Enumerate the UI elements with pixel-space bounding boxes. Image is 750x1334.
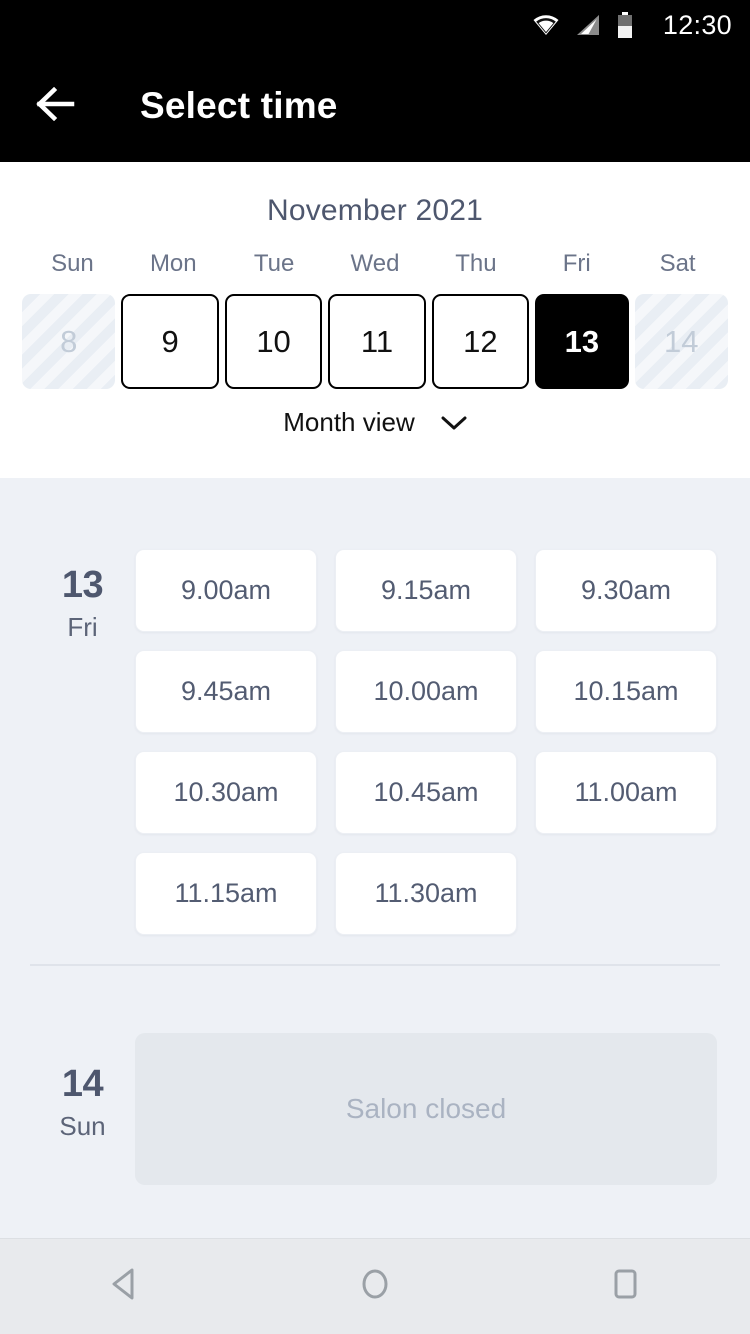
day-cell-12[interactable]: 12 (431, 294, 530, 389)
arrow-left-icon (36, 86, 80, 126)
nav-recents-icon (608, 1265, 642, 1308)
cellular-signal-icon (575, 13, 601, 37)
app-screen: 12:30 Select time November 2021 Sun Mon … (0, 0, 750, 1334)
schedule-day-number: 13 (61, 564, 104, 606)
month-view-label: Month view (283, 407, 415, 437)
time-slot[interactable]: 9.45am (135, 650, 317, 733)
salon-closed-card: Salon closed (135, 1033, 717, 1185)
schedule-day-group-14: 14 Sun Salon closed (0, 935, 750, 1185)
weekday-label-wed: Wed (350, 250, 400, 277)
weekday-header-row: Sun Mon Tue Wed Thu Fri Sat (0, 250, 750, 278)
calendar-month-label: November 2021 (266, 194, 484, 227)
page-title: Select time (140, 85, 338, 126)
nav-recents-button[interactable] (580, 1242, 670, 1332)
day-cell-9[interactable]: 9 (121, 294, 219, 389)
time-slot[interactable]: 11.30am (335, 852, 517, 935)
schedule-day-number: 14 (61, 1063, 104, 1105)
schedule-day-stamp-13: 13 Fri (30, 518, 135, 935)
month-view-toggle[interactable]: Month view (0, 407, 750, 438)
time-slot[interactable]: 10.00am (335, 650, 517, 733)
back-button[interactable] (18, 66, 98, 146)
status-bar: 12:30 (0, 0, 750, 50)
day-cell-13[interactable]: 13 (535, 294, 629, 389)
time-slot[interactable]: 9.00am (135, 549, 317, 632)
time-slot[interactable]: 9.30am (535, 549, 717, 632)
weekday-label-tue: Tue (253, 250, 295, 277)
day-cell-8: 8 (22, 294, 116, 389)
status-bar-clock: 12:30 (662, 9, 732, 40)
chevron-down-icon (441, 415, 467, 431)
wifi-icon (533, 14, 559, 36)
time-slot-grid: 9.00am 9.15am 9.30am 9.45am 10.00am 10.1… (135, 518, 717, 935)
time-slot[interactable]: 11.15am (135, 852, 317, 935)
time-slot[interactable]: 10.30am (135, 751, 317, 834)
day-cell-10[interactable]: 10 (224, 294, 323, 389)
day-cell-11[interactable]: 11 (328, 294, 426, 389)
calendar-panel: November 2021 Sun Mon Tue Wed Thu Fri Sa… (0, 162, 750, 478)
time-slot[interactable]: 10.15am (535, 650, 717, 733)
schedule-list: 13 Fri 9.00am 9.15am 9.30am 9.45am 10.00… (0, 478, 750, 1238)
nav-home-button[interactable] (330, 1242, 420, 1332)
schedule-day-name: Fri (67, 611, 98, 642)
weekday-label-mon: Mon (149, 250, 197, 277)
calendar-days-row: 8 9 10 11 12 13 14 (0, 294, 750, 389)
time-slot[interactable]: 10.45am (335, 751, 517, 834)
time-slot[interactable]: 9.15am (335, 549, 517, 632)
day-cell-14: 14 (634, 294, 728, 389)
app-bar: Select time (0, 50, 750, 162)
status-icons: 12:30 (533, 10, 732, 41)
weekday-label-fri: Fri (562, 250, 591, 277)
nav-home-icon (357, 1264, 393, 1309)
schedule-divider (30, 964, 720, 966)
schedule-day-name: Sun (59, 1110, 106, 1141)
weekday-label-thu: Thu (455, 250, 497, 277)
time-slot[interactable]: 11.00am (535, 751, 717, 834)
nav-back-icon (107, 1265, 143, 1308)
schedule-day-stamp-14: 14 Sun (30, 1011, 135, 1185)
schedule-day-group-13: 13 Fri 9.00am 9.15am 9.30am 9.45am 10.00… (0, 478, 750, 935)
nav-back-button[interactable] (80, 1242, 170, 1332)
battery-icon (617, 12, 633, 38)
android-nav-bar (0, 1238, 750, 1334)
weekday-label-sat: Sat (659, 250, 696, 277)
weekday-label-sun: Sun (51, 250, 94, 277)
